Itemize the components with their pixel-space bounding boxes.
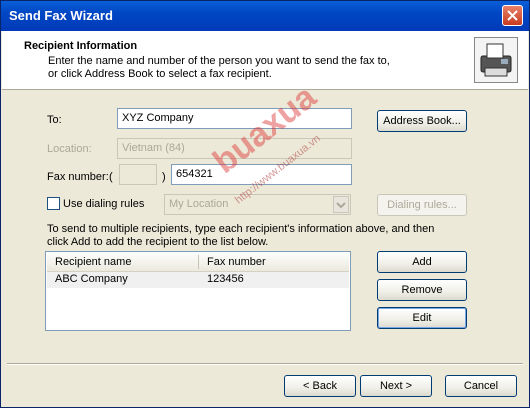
instructions-text: To send to multiple recipients, type eac… — [47, 223, 487, 249]
send-fax-wizard-window: Send Fax Wizard Recipient Information En… — [0, 0, 530, 408]
area-code-input[interactable] — [119, 164, 157, 185]
header-subtitle-line1: Enter the name and number of the person … — [48, 55, 390, 67]
header-title: Recipient Information — [24, 40, 138, 52]
cancel-button[interactable]: Cancel — [445, 375, 517, 397]
footer-divider — [7, 363, 523, 365]
remove-button[interactable]: Remove — [377, 279, 467, 301]
use-dialing-rules-checkbox[interactable] — [47, 197, 60, 210]
chevron-down-icon[interactable] — [333, 196, 349, 213]
fax-number-cell: 123456 — [207, 273, 244, 285]
header-subtitle: Enter the name and number of the person … — [48, 55, 428, 81]
title-bar[interactable]: Send Fax Wizard — [1, 1, 529, 31]
list-header: Recipient name Fax number — [47, 253, 349, 272]
wizard-header: Recipient Information Enter the name and… — [2, 31, 528, 90]
fax-machine-icon — [474, 37, 518, 83]
close-button[interactable] — [502, 5, 523, 26]
to-label: To: — [47, 114, 62, 126]
column-header-fax-number[interactable]: Fax number — [207, 256, 266, 268]
dialing-rules-button[interactable]: Dialing rules... — [377, 194, 467, 216]
address-book-button[interactable]: Address Book... — [377, 110, 467, 132]
location-label: Location: — [47, 143, 92, 155]
column-header-recipient-name[interactable]: Recipient name — [55, 256, 131, 268]
paren-open: ( — [109, 171, 113, 183]
add-button[interactable]: Add — [377, 251, 467, 273]
dialing-location-value: My Location — [169, 198, 229, 210]
instructions-line2: click Add to add the recipient to the li… — [47, 236, 269, 248]
dialing-location-select[interactable]: My Location — [164, 194, 351, 215]
edit-button[interactable]: Edit — [377, 307, 467, 329]
use-dialing-rules-label: Use dialing rules — [63, 198, 145, 210]
list-item[interactable]: ABC Company 123456 — [47, 272, 349, 288]
fax-number-label: Fax number: — [47, 171, 109, 183]
column-divider[interactable] — [198, 255, 199, 269]
back-button[interactable]: < Back — [284, 375, 356, 397]
header-subtitle-line2: or click Address Book to select a fax re… — [48, 68, 272, 80]
paren-close: ) — [162, 171, 166, 183]
recipient-list[interactable]: Recipient name Fax number ABC Company 12… — [45, 251, 351, 331]
close-icon — [507, 10, 518, 21]
next-button[interactable]: Next > — [360, 375, 432, 397]
window-title: Send Fax Wizard — [9, 8, 113, 23]
instructions-line1: To send to multiple recipients, type eac… — [47, 223, 435, 235]
recipient-name-cell: ABC Company — [55, 273, 128, 285]
